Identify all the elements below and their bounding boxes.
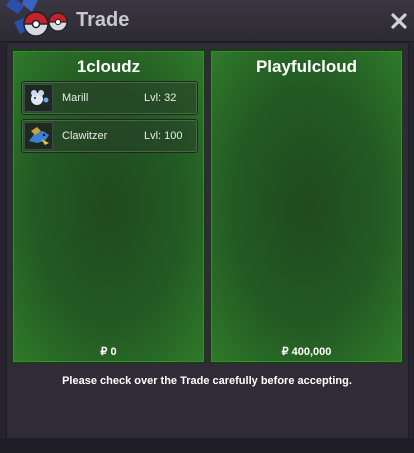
clawitzer-sprite-icon [24,122,53,150]
pokemon-level: Lvl: 100 [144,130,183,142]
player-name: 1cloudz [76,57,141,76]
window-title: Trade [76,9,130,31]
pokeball-logo-icon [6,0,68,37]
partner-name: Playfulcloud [255,57,358,76]
player-money-offer: ₽ 0 [100,346,117,358]
window-footer [0,439,414,453]
trade-window: Trade 1cloudz Marill Lvl: 32 Clawitzer L… [0,0,414,453]
player-trade-panel: 1cloudz Marill Lvl: 32 Clawitzer Lvl: 10… [11,49,206,364]
partner-money-offer: ₽ 400,000 [281,346,332,358]
close-icon[interactable] [388,10,410,32]
pokemon-name: Clawitzer [62,130,108,142]
pokemon-slot-marill[interactable]: Marill Lvl: 32 [21,81,198,115]
marill-sprite-icon [24,84,53,112]
title-bar[interactable]: Trade [0,0,414,42]
partner-trade-panel: Playfulcloud ₽ 400,000 [209,49,404,364]
pokemon-level: Lvl: 32 [144,92,177,104]
pokemon-name: Marill [62,92,89,104]
pokemon-slot-clawitzer[interactable]: Clawitzer Lvl: 100 [21,119,198,153]
trade-notice-text: Please check over the Trade carefully be… [62,375,352,387]
